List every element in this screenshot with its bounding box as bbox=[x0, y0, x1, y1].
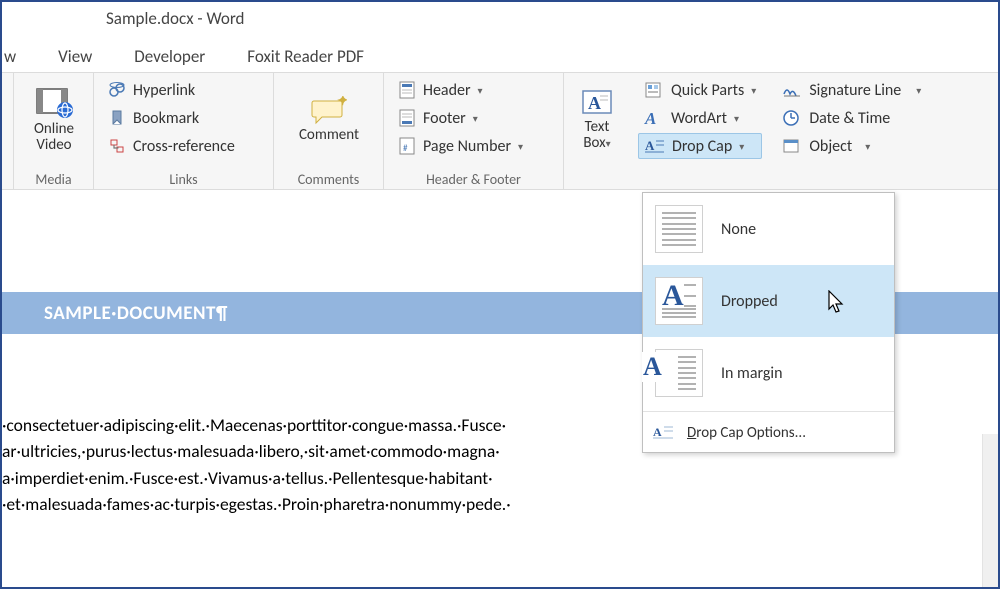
page-number-button[interactable]: # Page Number ▾ bbox=[392, 133, 557, 159]
date-time-label: Date & Time bbox=[809, 109, 890, 128]
wordart-button[interactable]: A WordArt ▾ bbox=[638, 105, 762, 131]
svg-text:A: A bbox=[653, 425, 662, 439]
online-video-label: Online Video bbox=[34, 122, 74, 154]
wordart-icon: A bbox=[644, 109, 664, 127]
drop-cap-button[interactable]: A Drop Cap ▾ bbox=[638, 133, 762, 159]
vertical-scrollbar[interactable] bbox=[982, 434, 998, 587]
drop-cap-none-label: None bbox=[721, 220, 756, 239]
tab-developer[interactable]: Developer bbox=[134, 46, 205, 67]
drop-cap-label: Drop Cap bbox=[672, 137, 732, 156]
drop-cap-menu: None A Dropped A In margin A Drop Cap Op… bbox=[642, 192, 895, 453]
header-label: Header bbox=[423, 81, 471, 100]
drop-cap-in-margin-label: In margin bbox=[721, 364, 782, 383]
date-time-button[interactable]: Date & Time bbox=[776, 105, 927, 131]
body-line: ar·ultricies,·purus·lectus·malesuada·lib… bbox=[2, 438, 658, 464]
hyperlink-button[interactable]: Hyperlink bbox=[102, 77, 267, 103]
drop-cap-icon: A bbox=[645, 137, 665, 155]
comment-icon: ✦ bbox=[311, 96, 347, 126]
cross-reference-label: Cross-reference bbox=[133, 137, 235, 156]
group-header-footer: Header ▾ Footer ▾ # Page Number ▾ bbox=[384, 73, 564, 189]
signature-line-icon bbox=[782, 81, 802, 99]
svg-text:A: A bbox=[645, 138, 655, 153]
group-media: Online Video Media bbox=[14, 73, 94, 189]
online-video-icon bbox=[34, 86, 74, 120]
group-links-label: Links bbox=[94, 171, 273, 188]
chevron-down-icon: ▾ bbox=[916, 84, 921, 97]
text-box-label: Text Box▾ bbox=[583, 120, 610, 152]
footer-icon bbox=[398, 109, 416, 127]
wordart-label: WordArt bbox=[671, 109, 727, 128]
text-box-button[interactable]: A Text Box▾ bbox=[564, 73, 630, 165]
chevron-down-icon: ▾ bbox=[478, 84, 483, 97]
chevron-down-icon: ▾ bbox=[751, 84, 756, 97]
signature-line-label: Signature Line bbox=[809, 81, 901, 100]
object-icon bbox=[782, 137, 802, 155]
bookmark-icon bbox=[108, 110, 126, 126]
chevron-down-icon: ▾ bbox=[734, 112, 739, 125]
footer-label: Footer bbox=[423, 109, 466, 128]
group-comments: ✦ Comment Comments bbox=[274, 73, 384, 189]
page-number-label: Page Number bbox=[423, 137, 511, 156]
body-line: ·consectetuer·adipiscing·elit.·Maecenas·… bbox=[2, 412, 658, 438]
hyperlink-label: Hyperlink bbox=[133, 81, 195, 100]
drop-cap-options-label: Drop Cap Options... bbox=[687, 424, 806, 442]
bookmark-button[interactable]: Bookmark bbox=[102, 105, 267, 131]
drop-cap-dropped-label: Dropped bbox=[721, 292, 778, 311]
quick-parts-icon bbox=[644, 81, 664, 99]
drop-cap-none[interactable]: None bbox=[643, 193, 894, 265]
footer-button[interactable]: Footer ▾ bbox=[392, 105, 557, 131]
drop-cap-dropped-icon: A bbox=[655, 277, 703, 325]
ribbon: Online Video Media Hyperlink Bookmark bbox=[2, 72, 998, 190]
title-bar: Sample.docx - Word bbox=[2, 2, 998, 36]
document-body[interactable]: ·consectetuer·adipiscing·elit.·Maecenas·… bbox=[2, 412, 658, 517]
group-links: Hyperlink Bookmark Cross-reference Links bbox=[94, 73, 274, 189]
hyperlink-icon bbox=[108, 82, 126, 98]
drop-cap-in-margin[interactable]: A In margin bbox=[643, 337, 894, 409]
comment-label: Comment bbox=[299, 128, 359, 144]
ribbon-tabs: w View Developer Foxit Reader PDF bbox=[2, 36, 998, 72]
bookmark-label: Bookmark bbox=[133, 109, 199, 128]
group-comments-label: Comments bbox=[274, 171, 383, 188]
header-button[interactable]: Header ▾ bbox=[392, 77, 557, 103]
svg-text:#: # bbox=[403, 143, 408, 154]
drop-cap-dropped[interactable]: A Dropped bbox=[643, 265, 894, 337]
drop-cap-in-margin-icon: A bbox=[655, 349, 703, 397]
signature-line-button[interactable]: Signature Line ▾ bbox=[776, 77, 927, 103]
menu-divider bbox=[643, 411, 894, 412]
group-media-label: Media bbox=[14, 171, 93, 188]
online-video-button[interactable]: Online Video bbox=[14, 73, 94, 165]
cross-reference-icon bbox=[108, 138, 126, 154]
svg-text:A: A bbox=[644, 109, 656, 127]
quick-parts-label: Quick Parts bbox=[671, 81, 744, 100]
document-title-text: SAMPLE·DOCUMENT¶ bbox=[44, 302, 228, 325]
svg-text:✦: ✦ bbox=[337, 96, 347, 109]
object-label: Object bbox=[809, 137, 852, 156]
quick-parts-button[interactable]: Quick Parts ▾ bbox=[638, 77, 762, 103]
group-text: A Text Box▾ Quick Parts ▾ A WordArt bbox=[564, 73, 998, 189]
text-box-icon: A bbox=[580, 88, 614, 118]
body-line: a·imperdiet·enim.·Fusce·est.·Vivamus·a·t… bbox=[2, 465, 658, 491]
chevron-down-icon: ▾ bbox=[865, 140, 870, 153]
date-time-icon bbox=[782, 109, 802, 127]
chevron-down-icon: ▾ bbox=[473, 112, 478, 125]
window-title: Sample.docx - Word bbox=[106, 8, 244, 29]
chevron-down-icon: ▾ bbox=[518, 140, 523, 153]
drop-cap-none-icon bbox=[655, 205, 703, 253]
header-icon bbox=[398, 81, 416, 99]
body-line: ·et·malesuada·fames·ac·turpis·egestas.·P… bbox=[2, 491, 658, 517]
page-number-icon: # bbox=[398, 137, 416, 155]
tab-view[interactable]: View bbox=[58, 46, 92, 67]
comment-button[interactable]: ✦ Comment bbox=[274, 73, 384, 165]
drop-cap-options[interactable]: A Drop Cap Options... bbox=[643, 414, 894, 452]
cross-reference-button[interactable]: Cross-reference bbox=[102, 133, 267, 159]
tab-foxit[interactable]: Foxit Reader PDF bbox=[247, 46, 364, 67]
group-header-footer-label: Header & Footer bbox=[384, 171, 563, 188]
drop-cap-options-icon: A bbox=[653, 423, 675, 443]
chevron-down-icon: ▾ bbox=[739, 140, 744, 153]
object-button[interactable]: Object ▾ bbox=[776, 133, 927, 159]
svg-text:A: A bbox=[588, 93, 601, 113]
tab-partial[interactable]: w bbox=[4, 46, 16, 67]
